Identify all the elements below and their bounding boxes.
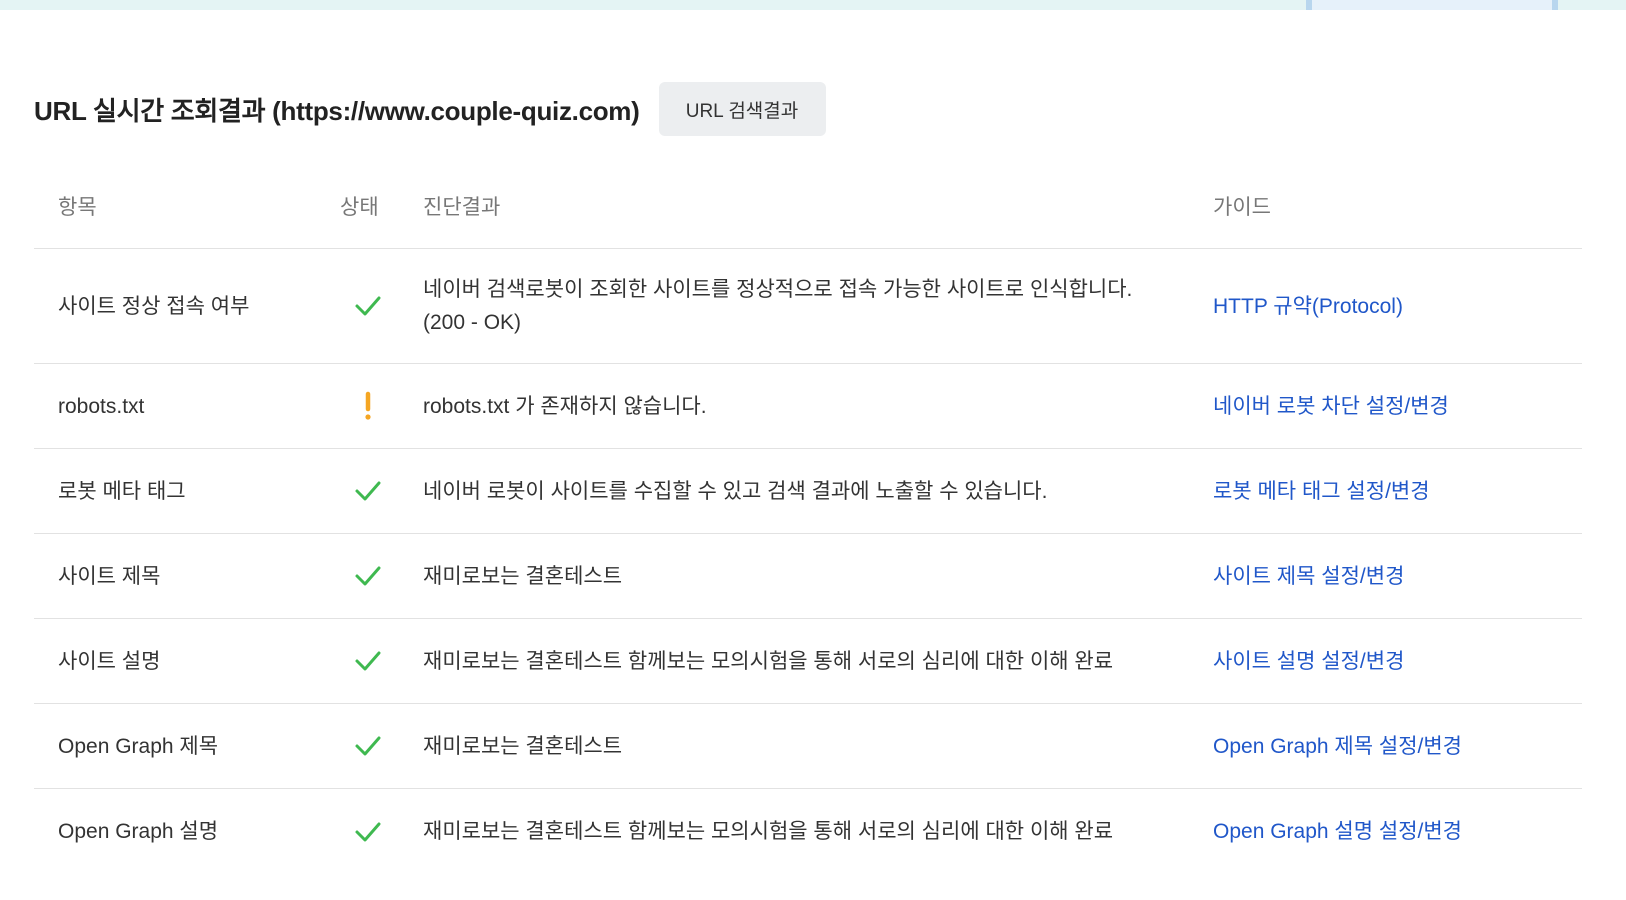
column-header-status: 상태: [340, 195, 379, 219]
item-name: Open Graph 설명: [58, 820, 219, 843]
result-cell: 네이버 검색로봇이 조회한 사이트를 정상적으로 접속 가능한 사이트로 인식합…: [423, 273, 1203, 339]
results-table: 항목 상태 진단결과 가이드 사이트 정상 접속 여부 네이버 검색로봇이 조회…: [34, 166, 1582, 874]
heading-row: URL 실시간 조회결과 (https://www.couple-quiz.co…: [34, 82, 826, 136]
status-cell: [313, 820, 423, 844]
item-name: 사이트 정상 접속 여부: [58, 294, 250, 318]
check-icon: [355, 736, 381, 756]
guide-link-og-description[interactable]: Open Graph 설명 설정/변경: [1213, 820, 1462, 843]
check-icon: [355, 481, 381, 501]
item-name: robots.txt: [58, 394, 145, 418]
result-text: 재미로보는 결혼테스트: [423, 564, 623, 588]
check-icon: [355, 651, 381, 671]
check-icon: [355, 296, 381, 316]
table-row: 사이트 정상 접속 여부 네이버 검색로봇이 조회한 사이트를 정상적으로 접속…: [34, 249, 1582, 364]
table-row: Open Graph 제목 재미로보는 결혼테스트 Open Graph 제목 …: [34, 704, 1582, 789]
result-text: 네이버 검색로봇이 조회한 사이트를 정상적으로 접속 가능한 사이트로 인식합…: [423, 278, 1133, 301]
guide-link-http-protocol[interactable]: HTTP 규약(Protocol): [1213, 295, 1403, 318]
guide-link-robot-meta[interactable]: 로봇 메타 태그 설정/변경: [1213, 480, 1430, 503]
page-title: URL 실시간 조회결과 (https://www.couple-quiz.co…: [34, 95, 640, 126]
table-header: 항목 상태 진단결과 가이드: [34, 166, 1582, 249]
item-name: 사이트 제목: [58, 564, 161, 588]
guide-cell: 사이트 제목 설정/변경: [1203, 560, 1582, 593]
column-header-guide: 가이드: [1213, 195, 1271, 219]
check-icon: [355, 566, 381, 586]
table-row: Open Graph 설명 재미로보는 결혼테스트 함께보는 모의시험을 통해 …: [34, 789, 1582, 874]
guide-link-site-title[interactable]: 사이트 제목 설정/변경: [1213, 565, 1404, 588]
result-text: 네이버 로봇이 사이트를 수집할 수 있고 검색 결과에 노출할 수 있습니다.: [423, 479, 1048, 503]
guide-link-site-description[interactable]: 사이트 설명 설정/변경: [1213, 650, 1404, 673]
status-cell: [313, 294, 423, 318]
table-row: 로봇 메타 태그 네이버 로봇이 사이트를 수집할 수 있고 검색 결과에 노출…: [34, 449, 1582, 534]
top-tab[interactable]: [1306, 0, 1558, 10]
result-text: robots.txt 가 존재하지 않습니다.: [423, 394, 707, 418]
status-cell: [313, 479, 423, 503]
item-name: 로봇 메타 태그: [58, 479, 186, 503]
table-row: robots.txt robots.txt 가 존재하지 않습니다. 네이버 로…: [34, 364, 1582, 449]
status-cell: [313, 734, 423, 758]
column-header-result: 진단결과: [423, 195, 501, 219]
status-cell: [313, 564, 423, 588]
guide-cell: 사이트 설명 설정/변경: [1203, 645, 1582, 678]
result-text: 재미로보는 결혼테스트 함께보는 모의시험을 통해 서로의 심리에 대한 이해 …: [423, 820, 1114, 843]
result-text: 재미로보는 결혼테스트 함께보는 모의시험을 통해 서로의 심리에 대한 이해 …: [423, 649, 1114, 673]
guide-cell: 네이버 로봇 차단 설정/변경: [1203, 390, 1582, 423]
warning-icon: [365, 391, 371, 420]
guide-cell: 로봇 메타 태그 설정/변경: [1203, 475, 1582, 508]
item-name: Open Graph 제목: [58, 734, 219, 758]
table-row: 사이트 제목 재미로보는 결혼테스트 사이트 제목 설정/변경: [34, 534, 1582, 619]
guide-link-robot-block[interactable]: 네이버 로봇 차단 설정/변경: [1213, 395, 1449, 418]
item-name: 사이트 설명: [58, 649, 161, 673]
guide-cell: HTTP 규약(Protocol): [1203, 290, 1582, 323]
guide-cell: Open Graph 제목 설정/변경: [1203, 730, 1582, 763]
status-cell: [313, 391, 423, 421]
url-search-result-button[interactable]: URL 검색결과: [658, 82, 826, 136]
guide-cell: Open Graph 설명 설정/변경: [1203, 815, 1582, 848]
check-icon: [355, 822, 381, 841]
guide-link-og-title[interactable]: Open Graph 제목 설정/변경: [1213, 735, 1462, 758]
status-cell: [313, 649, 423, 673]
column-header-item: 항목: [58, 195, 97, 219]
table-row: 사이트 설명 재미로보는 결혼테스트 함께보는 모의시험을 통해 서로의 심리에…: [34, 619, 1582, 704]
result-text: 재미로보는 결혼테스트: [423, 734, 623, 758]
result-detail: (200 - OK): [423, 311, 522, 334]
